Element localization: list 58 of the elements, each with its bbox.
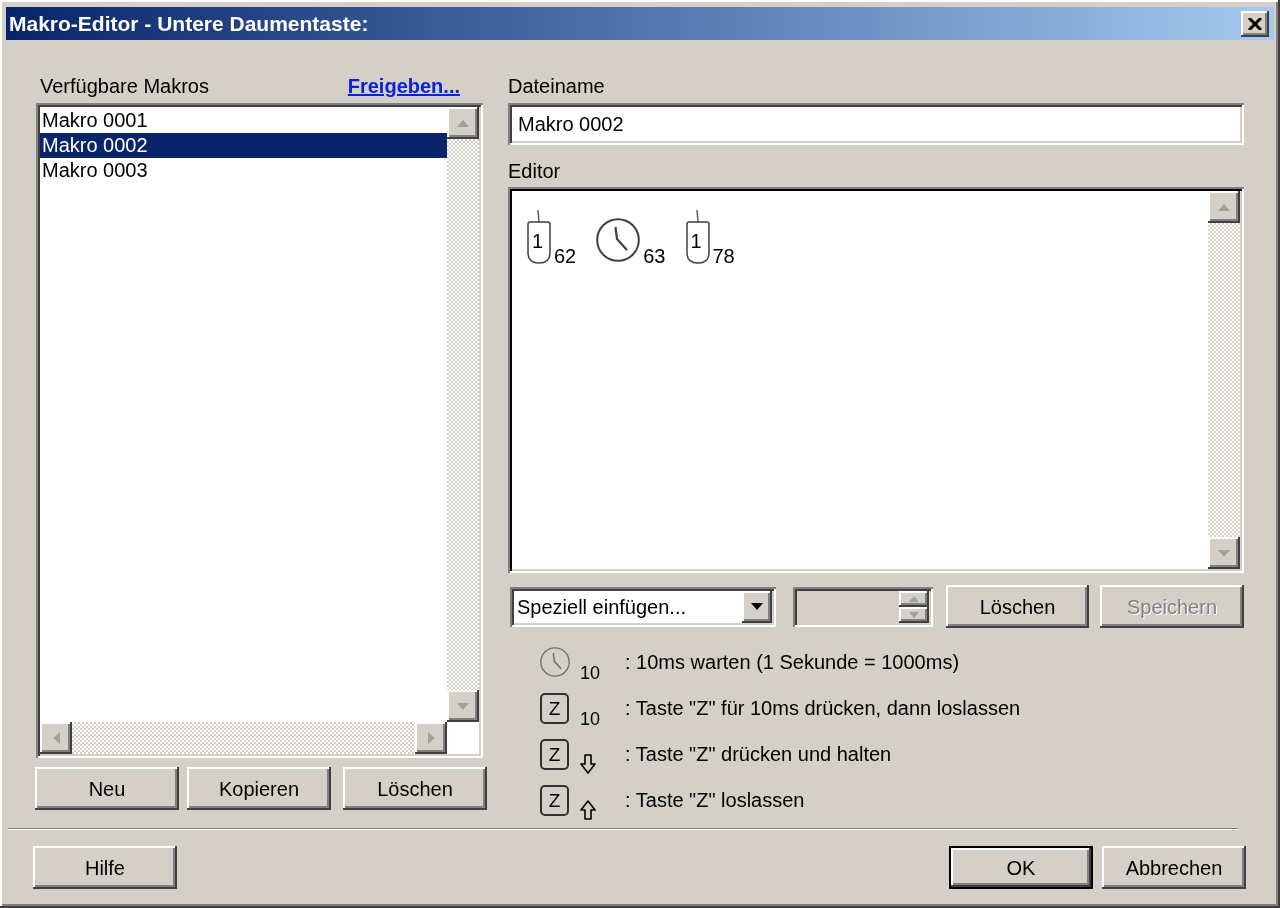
mouse-icon: [685, 210, 710, 264]
editor-action-button[interactable]: Löschen: [946, 585, 1089, 628]
scroll-left-button[interactable]: [40, 722, 72, 754]
clock-icon: [596, 218, 641, 262]
list-label: Verfügbare Makros: [40, 75, 209, 97]
duration-label: 10: [580, 664, 601, 682]
editor-area[interactable]: 1 62 63 1 78: [508, 187, 1244, 573]
list-item[interactable]: Makro 0002: [40, 133, 447, 158]
dialog-button[interactable]: OK: [949, 846, 1093, 889]
step-duration: 62: [554, 246, 577, 266]
legend-text: : Taste "Z" loslassen: [625, 789, 805, 811]
duration-label: 10: [580, 710, 601, 728]
help-button[interactable]: Hilfe: [33, 846, 177, 889]
horizontal-scrollbar[interactable]: [40, 722, 447, 754]
down-triangle-icon: [1218, 549, 1230, 557]
up-triangle-icon: [909, 595, 919, 602]
vertical-scrollbar[interactable]: [1208, 191, 1240, 569]
scroll-up-button[interactable]: [1208, 191, 1240, 223]
insert-dropdown[interactable]: Speziell einfügen...: [510, 586, 776, 627]
down-triangle-icon: [909, 611, 919, 618]
up-arrow-icon: [580, 800, 596, 820]
macro-action-button[interactable]: Neu: [35, 767, 179, 810]
key-cap: Z: [540, 784, 569, 816]
left-triangle-icon: [52, 732, 60, 744]
scroll-right-button[interactable]: [415, 722, 447, 754]
macro-action-button[interactable]: Kopieren: [187, 767, 331, 810]
close-button[interactable]: [1241, 10, 1269, 37]
legend-text: : Taste "Z" für 10ms drücken, dann loslassen: [625, 697, 1021, 719]
down-arrow-icon: [580, 754, 596, 774]
mouse-button-number: 1: [532, 230, 544, 252]
right-triangle-icon: [427, 732, 435, 744]
window-title: Makro-Editor - Untere Daumentaste:: [9, 10, 369, 37]
step-duration: 78: [712, 246, 735, 266]
mouse-icon: [527, 210, 551, 264]
scroll-up-button[interactable]: [447, 107, 479, 139]
scroll-down-button[interactable]: [447, 690, 479, 722]
up-triangle-icon: [1218, 203, 1230, 211]
clock-icon: [540, 647, 570, 677]
down-triangle-icon: [457, 702, 469, 710]
dialog-button[interactable]: Abbrechen: [1102, 846, 1246, 889]
close-icon: [1248, 17, 1262, 30]
dropdown-button[interactable]: [742, 590, 772, 623]
key-cap: Z: [540, 692, 569, 724]
filename-field[interactable]: Makro 0002: [508, 103, 1244, 145]
vertical-scrollbar[interactable]: [447, 107, 479, 722]
step-duration: 63: [643, 246, 666, 266]
macro-action-button[interactable]: Löschen: [343, 767, 487, 810]
down-triangle-icon: [751, 603, 763, 610]
editor-label: Editor: [508, 160, 562, 182]
macro-list[interactable]: Makro 0001 Makro 0002 Makro 0003: [36, 103, 483, 758]
filename-label: Dateiname: [508, 75, 606, 97]
mouse-button-number: 1: [690, 230, 702, 252]
legend-text: : 10ms warten (1 Sekunde = 1000ms): [625, 651, 960, 673]
legend-text: : Taste "Z" drücken und halten: [625, 743, 892, 765]
up-triangle-icon: [457, 119, 469, 127]
share-link[interactable]: Freigeben...: [347, 75, 460, 97]
key-cap: Z: [540, 738, 569, 770]
scroll-down-button[interactable]: [1208, 537, 1240, 569]
